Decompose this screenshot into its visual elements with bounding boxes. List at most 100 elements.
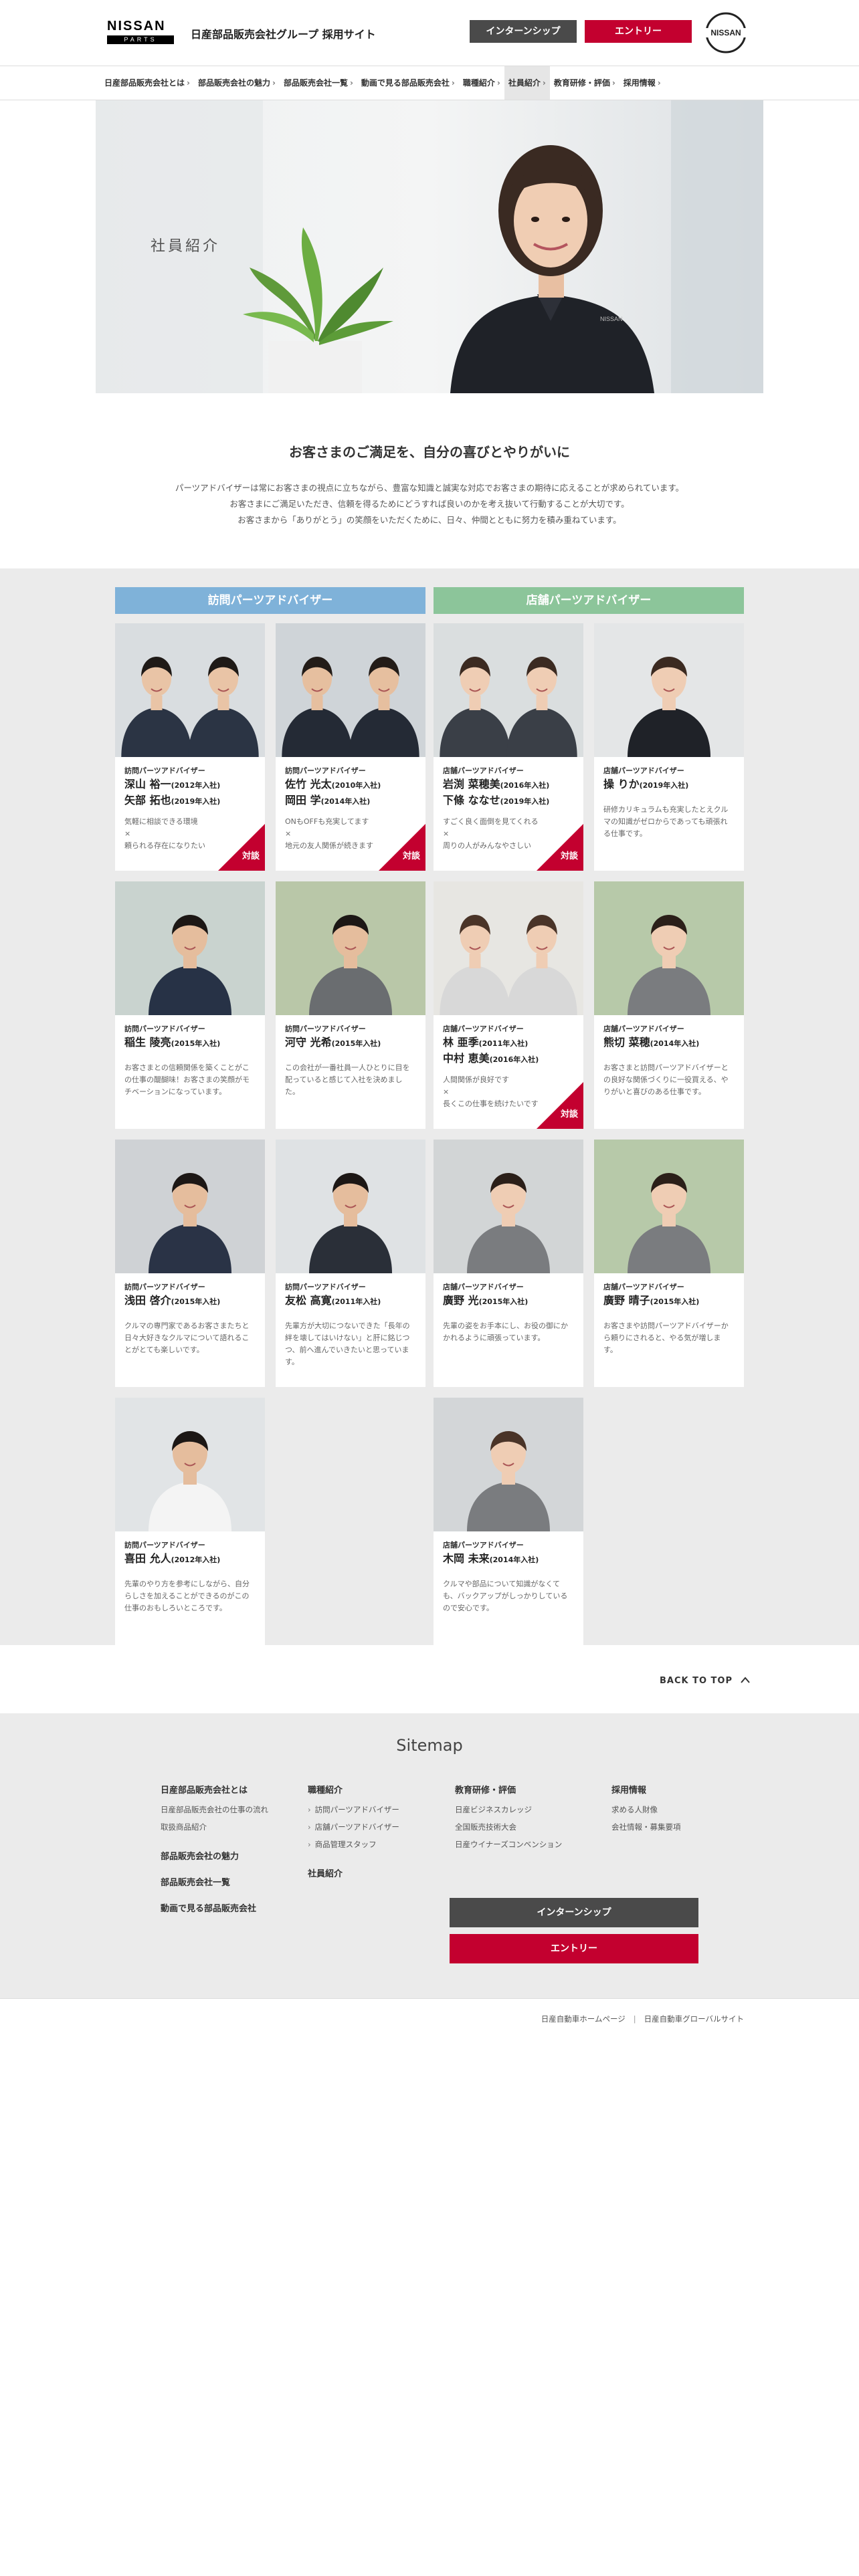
sitemap-link[interactable]: 会社情報・募集要項 [611,1818,681,1836]
intro-body: パーツアドバイザーは常にお客さまの視点に立ちながら、豊富な知識と誠実な対応でお客… [134,480,725,528]
staff-card[interactable]: 店舗パーツアドバイザー 熊切 菜穂(2014年入社) お客さまと訪問パーツアドバイザ… [594,881,744,1129]
staff-card[interactable]: 訪問パーツアドバイザー 友松 高寛(2011年入社) 先輩方が大切につないできた「長… [276,1140,425,1387]
sitemap-heading-link[interactable]: 動画で見る部品販売会社 [161,1901,268,1914]
staff-name: 岡田 学 [285,794,321,807]
staff-photo [434,623,583,757]
sitemap-internship-button[interactable]: インターンシップ [450,1898,698,1927]
footer-link-nissan-home[interactable]: 日産自動車ホームページ [541,2014,626,2024]
sitemap-link[interactable]: › 訪問パーツアドバイザー [308,1801,399,1818]
back-to-top-label: BACK TO TOP [660,1676,733,1686]
sitemap-heading-link[interactable]: 採用情報 [611,1783,681,1796]
nav-item[interactable]: 部品販売会社の魅力 › [194,66,280,100]
staff-description: クルマの専門家であるお客さまたちと日々大好きなクルマについて語れることがとても楽… [124,1320,256,1356]
staff-card[interactable]: 訪問パーツアドバイザー 河守 光希(2015年入社) この会社が一番社員一人ひとりに… [276,881,425,1129]
nav-item-label: 社員紹介 [508,78,541,88]
global-nav: 日産部品販売会社とは › 部品販売会社の魅力 › 部品販売会社一覧 › 動画で見る部品販売会… [0,66,859,100]
staff-photo [115,1398,265,1531]
staff-card[interactable]: 店舗パーツアドバイザー 木岡 未来(2014年入社) クルマや部品について知識がなく… [434,1398,583,1645]
staff-description: お客さまと訪問パーツアドバイザーとの良好な関係づくりに一役買える、やりがいと喜び… [603,1062,735,1098]
sitemap-link[interactable]: 日産部品販売会社の仕事の流れ [161,1801,268,1818]
back-to-top-link[interactable]: BACK TO TOP [660,1676,750,1686]
taidan-corner-badge [379,824,425,871]
chevron-right-icon: › [349,78,353,88]
nav-item[interactable]: 動画で見る部品販売会社 › [357,66,459,100]
staff-join-year: (2011年入社) [331,1297,381,1306]
sitemap-link-label: 商品管理スタッフ [314,1840,377,1849]
staff-description: この会社が一番社員一人ひとりに目を配っていると感じて入社を決めました。 [285,1062,416,1098]
nissan-badge-icon[interactable]: NISSAN [702,11,749,54]
staff-card[interactable]: 店舗パーツアドバイザー操 りか(2019年入社) 研修カリキュラムも充実したとえク… [594,623,744,871]
staff-join-year: (2015年入社) [478,1297,529,1306]
staff-name: 佐竹 光太 [285,778,332,790]
nissan-parts-logo[interactable]: NISSAN PARTS [107,19,174,45]
staff-join-year: (2014年入社) [650,1039,700,1048]
staff-name: 廣野 光 [443,1294,479,1307]
staff-card[interactable]: 訪問パーツアドバイザー 深山 裕一(2012年入社) 矢部 拓也(2019年入社) 気… [115,623,265,871]
nav-item[interactable]: 職種紹介 › [459,66,504,100]
sitemap-entry-button[interactable]: エントリー [450,1934,698,1963]
staff-join-year: (2012年入社) [171,781,221,790]
staff-names: 岩渕 菜穂美(2016年入社) 下條 ななせ(2019年入社) [443,777,577,809]
staff-description: お客さまとの信頼関係を築くことがこの仕事の醍醐味！お客さまの笑顔がモチベーション… [124,1062,256,1098]
staff-card[interactable]: 訪問パーツアドバイザー 佐竹 光太(2010年入社) 岡田 学(2014年入社) ON… [276,623,425,871]
staff-card[interactable]: 店舗パーツアドバイザー 廣野 光(2015年入社) 先輩の姿をお手本にし、お役の御に… [434,1140,583,1387]
nav-item-label: 動画で見る部品販売会社 [361,78,450,88]
sitemap-heading-link[interactable]: 部品販売会社一覧 [161,1875,268,1888]
nav-item[interactable]: 採用情報 › [619,66,665,100]
staff-card[interactable]: 店舗パーツアドバイザー 廣野 晴子(2015年入社) お客さまや訪問パーツアドバイザ… [594,1140,744,1387]
sitemap-heading-link[interactable]: 日産部品販売会社とは [161,1783,268,1796]
staff-card[interactable]: 店舗パーツアドバイザー林 亜季(2011年入社) 中村 恵美(2016年入社) 人間… [434,881,583,1129]
sitemap-heading-link[interactable]: 社員紹介 [308,1866,399,1879]
staff-role: 訪問パーツアドバイザー [124,766,205,775]
sitemap-link[interactable]: › 店舗パーツアドバイザー [308,1818,399,1836]
staff-role: 店舗パーツアドバイザー [443,766,524,775]
taidan-badge-label: 対談 [560,1109,578,1119]
staff-photo [276,881,425,1015]
badge-word: NISSAN [710,28,741,37]
sitemap-link[interactable]: 全国販売技術大会 [455,1818,562,1836]
staff-join-year: (2014年入社) [320,797,371,806]
staff-names: 友松 高寛(2011年入社) [285,1293,419,1309]
staff-grid: 訪問パーツアドバイザー 店舗パーツアドバイザー 訪問パーツアドバイザー 深山 裕一… [0,568,859,1645]
nav-item[interactable]: 教育研修・評価 › [550,66,619,100]
staff-name-line: 操 りか(2019年入社) [603,777,737,793]
staff-card[interactable]: 店舗パーツアドバイザー岩渕 菜穂美(2016年入社) 下條 ななせ(2019年入社… [434,623,583,871]
staff-name-line: 岡田 学(2014年入社) [285,793,419,809]
staff-join-year: (2019年入社) [171,797,221,806]
staff-name-line: 河守 光希(2015年入社) [285,1035,419,1051]
sitemap-heading-link[interactable]: 教育研修・評価 [455,1783,562,1796]
staff-card[interactable]: 訪問パーツアドバイザー 浅田 啓介(2015年入社) クルマの専門家であるお客さまた… [115,1140,265,1387]
nav-item[interactable]: 社員紹介 › [504,66,550,100]
header-internship-button[interactable]: インターンシップ [470,20,577,43]
staff-card[interactable]: 訪問パーツアドバイザー 喜田 允人(2012年入社) 先輩のやり方を参考にしながら、… [115,1398,265,1645]
staff-join-year: (2015年入社) [171,1297,221,1306]
sitemap-heading-link[interactable]: 職種紹介 [308,1783,399,1796]
staff-name-line: 浅田 啓介(2015年入社) [124,1293,258,1309]
staff-name-line: 友松 高寛(2011年入社) [285,1293,419,1309]
staff-join-year: (2015年入社) [171,1039,221,1048]
staff-description-line: お客さまと訪問パーツアドバイザーとの良好な関係づくりに一役買える、やりがいと喜び… [603,1063,729,1096]
taidan-badge-label: 対談 [402,851,420,861]
sitemap-heading-link[interactable]: 部品販売会社の魅力 [161,1849,268,1862]
nav-item[interactable]: 部品販売会社一覧 › [280,66,357,100]
sitemap-link[interactable]: 取扱商品紹介 [161,1818,268,1836]
nav-item[interactable]: 日産部品販売会社とは › [100,66,194,100]
intro-line: お客さまにご満足いただき、信頼を得るためにどうすれば良いのかを考え抜いて行動する… [229,499,630,509]
sitemap-link[interactable]: 日産ビジネスカレッジ [455,1801,562,1818]
sitemap-title: Sitemap [396,1736,463,1755]
staff-card[interactable]: 訪問パーツアドバイザー稲生 陵亮(2015年入社) お客さまとの信頼関係を築くこと… [115,881,265,1129]
staff-name: 稲生 陵亮 [124,1036,171,1049]
footer-link-nissan-global[interactable]: 日産自動車グローバルサイト [644,2014,744,2024]
staff-photo [276,1140,425,1273]
chevron-right-icon: › [272,78,276,88]
sitemap-link[interactable]: 日産ウイナーズコンベンション [455,1836,562,1853]
sitemap-link[interactable]: 求める人財像 [611,1801,681,1818]
sitemap-col-3: 教育研修・評価日産ビジネスカレッジ 全国販売技術大会 日産ウイナーズコンベンション [455,1783,562,1853]
staff-photo [434,1398,583,1531]
taidan-corner-badge [537,1082,583,1129]
header-entry-button[interactable]: エントリー [585,20,692,43]
sitemap-link[interactable]: › 商品管理スタッフ [308,1836,399,1853]
staff-role: 訪問パーツアドバイザー [124,1025,205,1033]
nav-item-label: 教育研修・評価 [553,78,610,88]
chevron-right-icon: › [308,1822,311,1832]
